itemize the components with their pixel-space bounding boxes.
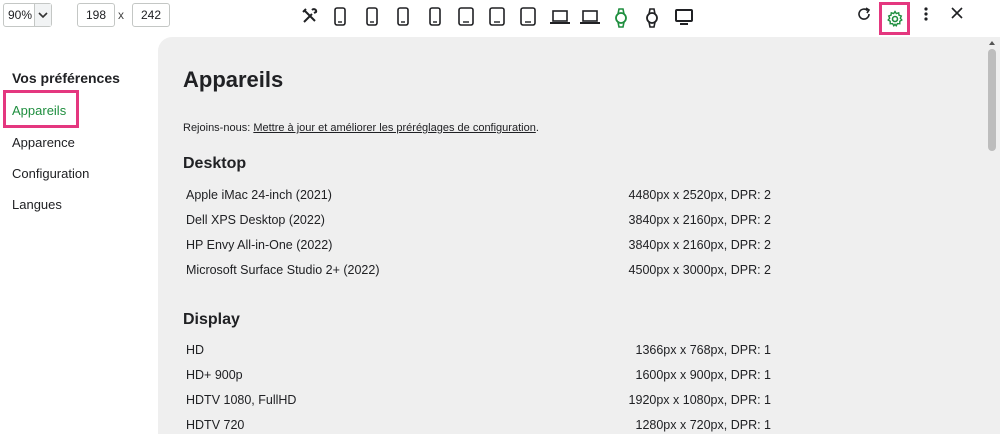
more-options-button[interactable]: [915, 6, 937, 30]
device-name: Microsoft Surface Studio 2+ (2022): [186, 263, 380, 277]
settings-button[interactable]: [879, 2, 910, 35]
phone-icon[interactable]: [428, 7, 448, 29]
close-icon: [951, 7, 963, 19]
device-row[interactable]: HD+ 900p 1600px x 900px, DPR: 1: [186, 368, 771, 388]
sidebar-item-apparence[interactable]: Apparence: [12, 135, 75, 150]
reload-button[interactable]: [853, 6, 875, 30]
width-input[interactable]: 198: [77, 3, 115, 27]
device-row[interactable]: HDTV 720 1280px x 720px, DPR: 1: [186, 418, 771, 434]
device-spec: 1600px x 900px, DPR: 1: [635, 368, 772, 382]
dimension-separator: x: [118, 8, 124, 22]
scrollbar-thumb[interactable]: [988, 49, 996, 151]
device-name: HD+ 900p: [186, 368, 243, 382]
device-name: HP Envy All-in-One (2022): [186, 238, 333, 252]
settings-panel: Appareils Rejoins-nous: Mettre à jour et…: [158, 37, 1000, 434]
device-name: HDTV 1080, FullHD: [186, 393, 297, 407]
zoom-select[interactable]: 90%: [3, 3, 52, 27]
watch-icon[interactable]: [644, 7, 664, 29]
sidebar-title: Vos préférences: [12, 70, 120, 86]
laptop-icon[interactable]: [580, 7, 600, 29]
tablet-icon[interactable]: [519, 7, 539, 29]
sidebar: Vos préférences Appareils Apparence Conf…: [0, 36, 158, 434]
device-name: Dell XPS Desktop (2022): [186, 213, 325, 227]
device-spec: 3840px x 2160px, DPR: 2: [628, 238, 771, 252]
gear-icon: [887, 10, 903, 28]
device-spec: 4500px x 3000px, DPR: 2: [628, 263, 771, 277]
join-text: Rejoins-nous: Mettre à jour et améliorer…: [183, 122, 539, 134]
join-prefix: Rejoins-nous:: [183, 122, 254, 134]
device-spec: 1280px x 720px, DPR: 1: [635, 418, 772, 432]
chevron-down-icon[interactable]: [34, 4, 51, 26]
page-title: Appareils: [183, 67, 284, 92]
device-row[interactable]: Microsoft Surface Studio 2+ (2022) 4500p…: [186, 263, 771, 283]
device-name: HDTV 720: [186, 418, 245, 432]
section-title-desktop: Desktop: [183, 155, 247, 172]
device-spec: 3840px x 2160px, DPR: 2: [628, 213, 771, 227]
device-row[interactable]: HD 1366px x 768px, DPR: 1: [186, 343, 771, 363]
device-row[interactable]: HP Envy All-in-One (2022) 3840px x 2160p…: [186, 238, 771, 258]
toolbar: 90% 198 x 242: [0, 0, 1000, 36]
watch-icon-active[interactable]: [613, 7, 633, 29]
sidebar-item-appareils[interactable]: Appareils: [3, 90, 79, 128]
phone-icon[interactable]: [365, 7, 385, 29]
more-vert-icon: [924, 7, 928, 21]
update-presets-link[interactable]: Mettre à jour et améliorer les préréglag…: [253, 122, 535, 134]
monitor-icon[interactable]: [674, 7, 694, 29]
section-title-display: Display: [183, 311, 240, 328]
device-spec: 4480px x 2520px, DPR: 2: [628, 188, 771, 202]
device-row[interactable]: Dell XPS Desktop (2022) 3840px x 2160px,…: [186, 213, 771, 233]
sidebar-item-label: Appareils: [12, 103, 67, 118]
sidebar-item-configuration[interactable]: Configuration: [12, 166, 89, 181]
close-button[interactable]: [946, 6, 968, 30]
sidebar-item-langues[interactable]: Langues: [12, 197, 62, 212]
zoom-value: 90%: [8, 8, 33, 22]
height-input[interactable]: 242: [132, 3, 170, 27]
device-spec: 1366px x 768px, DPR: 1: [635, 343, 772, 357]
laptop-icon[interactable]: [550, 7, 570, 29]
device-name: HD: [186, 343, 205, 357]
scroll-up-arrow-icon[interactable]: [988, 39, 996, 47]
tablet-icon[interactable]: [457, 7, 477, 29]
tools-icon[interactable]: [301, 7, 321, 29]
tablet-icon[interactable]: [488, 7, 508, 29]
join-suffix: .: [535, 122, 539, 134]
device-name: Apple iMac 24-inch (2021): [186, 188, 332, 202]
reload-icon: [858, 7, 871, 20]
device-spec: 1920px x 1080px, DPR: 1: [628, 393, 771, 407]
device-row[interactable]: HDTV 1080, FullHD 1920px x 1080px, DPR: …: [186, 393, 771, 413]
phone-icon[interactable]: [396, 7, 416, 29]
device-row[interactable]: Apple iMac 24-inch (2021) 4480px x 2520p…: [186, 188, 771, 208]
phone-icon[interactable]: [333, 7, 353, 29]
